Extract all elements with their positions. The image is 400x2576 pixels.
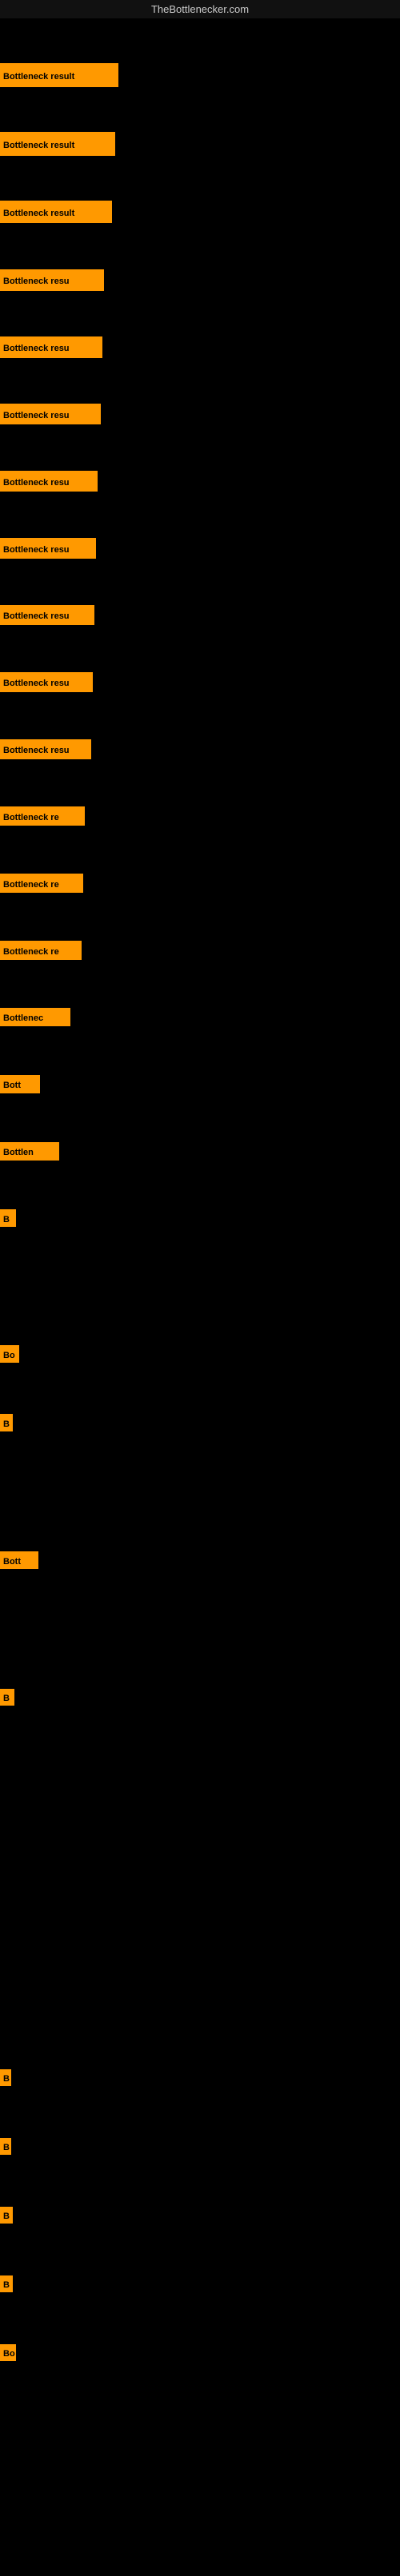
bar-label-4: Bottleneck resu [0, 269, 104, 291]
bar-item-14: Bottleneck re [0, 941, 82, 960]
bar-label-2: Bottleneck result [0, 132, 115, 156]
bar-label-3: Bottleneck result [0, 201, 112, 223]
bar-label-23: B [0, 2069, 11, 2086]
bar-label-24: B [0, 2138, 11, 2155]
bar-label-16: Bott [0, 1075, 40, 1093]
bar-label-7: Bottleneck resu [0, 471, 98, 492]
bar-label-8: Bottleneck resu [0, 538, 96, 559]
bar-item-7: Bottleneck resu [0, 471, 98, 492]
bar-item-6: Bottleneck resu [0, 404, 101, 424]
bar-label-19: Bo [0, 1345, 19, 1363]
bar-item-1: Bottleneck result [0, 63, 118, 87]
bar-item-10: Bottleneck resu [0, 672, 93, 692]
bar-item-25: B [0, 2207, 13, 2224]
bar-item-9: Bottleneck resu [0, 605, 94, 625]
bar-item-5: Bottleneck resu [0, 336, 102, 358]
bar-item-12: Bottleneck re [0, 806, 85, 826]
bar-item-24: B [0, 2138, 11, 2155]
bar-label-18: B [0, 1209, 16, 1227]
bar-item-2: Bottleneck result [0, 132, 115, 156]
bar-item-21: Bott [0, 1551, 38, 1569]
bar-label-17: Bottlen [0, 1142, 59, 1161]
chart-container: Bottleneck result Bottleneck result Bottle… [0, 18, 400, 2576]
bar-item-18: B [0, 1209, 16, 1227]
bar-label-20: B [0, 1414, 13, 1431]
bar-item-20: B [0, 1414, 13, 1431]
bar-label-10: Bottleneck resu [0, 672, 93, 692]
bar-label-11: Bottleneck resu [0, 739, 91, 759]
bar-label-27: Bo [0, 2344, 16, 2361]
bar-item-19: Bo [0, 1345, 19, 1363]
bar-item-15: Bottlenec [0, 1008, 70, 1026]
bar-label-12: Bottleneck re [0, 806, 85, 826]
bar-label-13: Bottleneck re [0, 874, 83, 893]
site-title: TheBottlenecker.com [0, 0, 400, 18]
bar-item-22: B [0, 1689, 14, 1706]
bar-item-11: Bottleneck resu [0, 739, 91, 759]
bar-label-1: Bottleneck result [0, 63, 118, 87]
bar-item-13: Bottleneck re [0, 874, 83, 893]
bar-item-17: Bottlen [0, 1142, 59, 1161]
bar-label-15: Bottlenec [0, 1008, 70, 1026]
bar-item-23: B [0, 2069, 11, 2086]
bar-label-22: B [0, 1689, 14, 1706]
bar-label-5: Bottleneck resu [0, 336, 102, 358]
bar-label-26: B [0, 2275, 13, 2292]
bar-item-27: Bo [0, 2344, 16, 2361]
bar-item-26: B [0, 2275, 13, 2292]
bar-item-3: Bottleneck result [0, 201, 112, 223]
bar-label-9: Bottleneck resu [0, 605, 94, 625]
bar-label-6: Bottleneck resu [0, 404, 101, 424]
bar-label-21: Bott [0, 1551, 38, 1569]
bar-label-14: Bottleneck re [0, 941, 82, 960]
bar-label-25: B [0, 2207, 13, 2224]
bar-item-8: Bottleneck resu [0, 538, 96, 559]
bar-item-16: Bott [0, 1075, 40, 1093]
bar-item-4: Bottleneck resu [0, 269, 104, 291]
